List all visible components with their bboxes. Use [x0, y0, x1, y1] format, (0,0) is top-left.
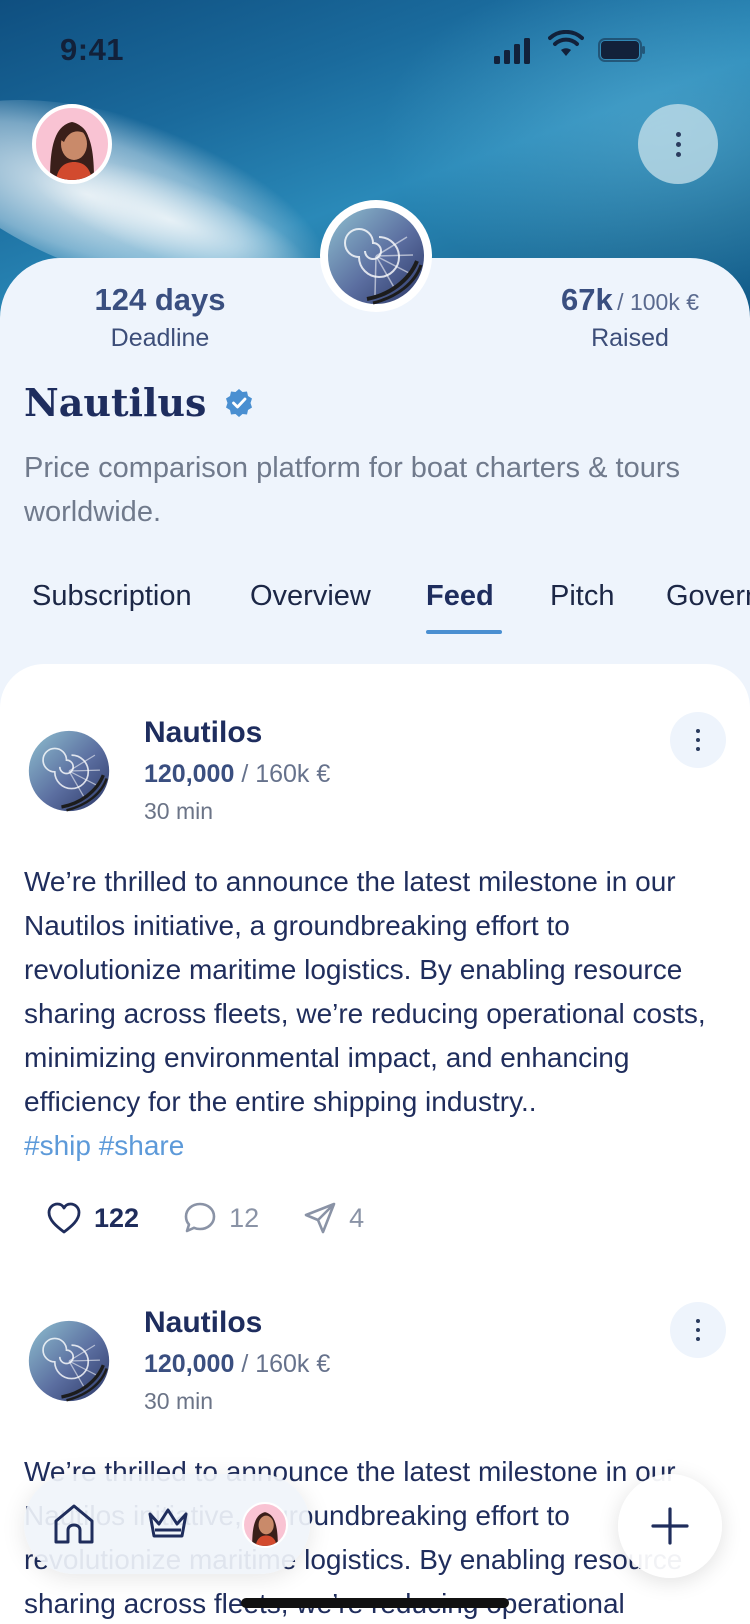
deadline-stat: 124 days Deadline	[60, 282, 260, 353]
nav-profile-avatar[interactable]	[242, 1502, 288, 1548]
bottom-nav	[24, 1474, 310, 1574]
user-avatar[interactable]	[32, 104, 112, 184]
post-funding-amount: 120,000	[144, 760, 235, 788]
project-logo	[320, 200, 432, 312]
heart-icon	[47, 1202, 81, 1234]
plus-icon	[651, 1507, 689, 1545]
post-funding-goal: / 160k €	[241, 1350, 331, 1378]
comment-count: 12	[229, 1202, 260, 1233]
post-funding: 120,000 / 160k €	[144, 1350, 330, 1379]
tab-subscription[interactable]: Subscription	[32, 580, 192, 613]
status-time: 9:41	[60, 32, 125, 67]
project-title-row: Nautilus	[24, 380, 254, 425]
share-button[interactable]: 4	[303, 1201, 364, 1235]
signal-icon	[494, 38, 530, 64]
post-author-avatar[interactable]	[28, 730, 110, 812]
like-button[interactable]: 122	[46, 1201, 139, 1235]
post-body: We’re thrilled to announce the latest mi…	[24, 866, 706, 1117]
post-time: 30 min	[144, 798, 214, 824]
tab-feed[interactable]: Feed	[426, 580, 494, 613]
crown-icon[interactable]	[144, 1500, 192, 1548]
raised-value: 67k	[560, 282, 613, 317]
post-tags[interactable]: #ship #share	[24, 1130, 184, 1161]
post-funding-goal: / 160k €	[241, 760, 331, 788]
project-description: Price comparison platform for boat chart…	[24, 452, 680, 528]
post-more-button[interactable]	[670, 1302, 726, 1358]
tab-bar: Subscription Overview Feed Pitch Govern	[0, 574, 750, 634]
project-title: Nautilus	[24, 380, 207, 425]
home-indicator	[241, 1598, 509, 1608]
post-text: We’re thrilled to announce the latest mi…	[24, 860, 734, 1168]
deadline-value: 124 days	[94, 282, 226, 317]
raised-stat: 67k / 100k € Raised	[520, 282, 740, 353]
like-count: 122	[94, 1202, 140, 1233]
post-author-name[interactable]: Nautilos	[144, 1306, 262, 1340]
post-funding: 120,000 / 160k €	[144, 760, 330, 789]
post-funding-amount: 120,000	[144, 1350, 235, 1378]
post-more-button[interactable]	[670, 712, 726, 768]
tab-active-indicator	[426, 630, 502, 634]
home-icon[interactable]	[50, 1500, 98, 1548]
post-author-avatar[interactable]	[28, 1320, 110, 1402]
verified-icon	[226, 388, 253, 417]
status-bar: 9:41	[0, 0, 750, 100]
deadline-label: Deadline	[110, 324, 210, 352]
share-count: 4	[349, 1202, 365, 1233]
wifi-icon	[548, 30, 584, 56]
more-options-button[interactable]	[638, 104, 718, 184]
more-icon	[696, 1319, 700, 1341]
create-post-button[interactable]	[618, 1474, 722, 1578]
more-icon	[675, 131, 681, 157]
post-author-name[interactable]: Nautilos	[144, 716, 262, 750]
more-icon	[696, 729, 700, 751]
send-icon	[304, 1202, 336, 1234]
nautilus-shell-icon	[328, 208, 424, 305]
comment-button[interactable]: 12	[183, 1201, 259, 1235]
raised-total: / 100k €	[617, 289, 700, 315]
comment-icon	[184, 1202, 216, 1233]
tab-pitch[interactable]: Pitch	[550, 580, 614, 613]
battery-icon	[598, 38, 645, 62]
raised-label: Raised	[591, 324, 669, 352]
tab-govern[interactable]: Govern	[666, 580, 750, 613]
post-actions: 122 12 4	[46, 1196, 408, 1240]
post-time: 30 min	[144, 1388, 214, 1414]
tab-overview[interactable]: Overview	[250, 580, 371, 613]
